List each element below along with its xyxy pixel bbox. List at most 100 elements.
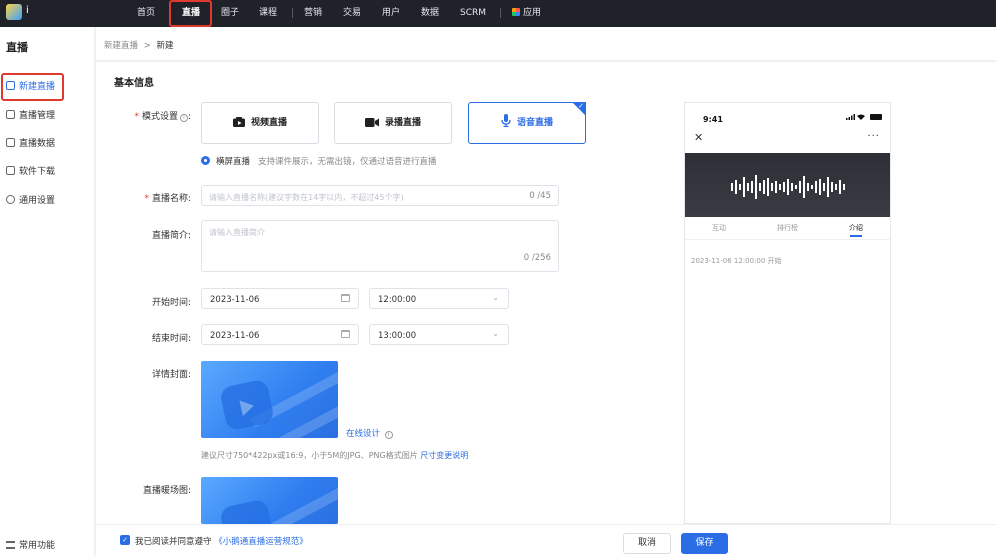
cancel-button[interactable]: 取消 xyxy=(623,533,671,554)
live-name-count: 0 /45 xyxy=(529,191,551,201)
live-intro-textarea[interactable]: 请输入直播简介 0 /256 xyxy=(201,220,559,272)
signal-icon xyxy=(845,114,855,120)
phone-start-info: 2023-11-06 12:00:00 开始 xyxy=(691,257,782,265)
end-time-select[interactable]: 13:00:00 ⌄ xyxy=(369,324,509,345)
breadcrumb-separator: > xyxy=(143,41,151,51)
mode-voice-live[interactable]: 语音直播 ✓ xyxy=(468,102,586,144)
nav-marketing[interactable]: 营销 xyxy=(304,5,322,21)
wifi-icon xyxy=(857,114,866,120)
top-navbar: i 首页 直播 圈子 课程 营销 交易 用户 数据 SCRM 应用 xyxy=(0,0,996,27)
main-content: 基本信息 * 模式设置 i: 视频直播 录播直播 语音直播 ✓ 横屏直播 支持课件展示… xyxy=(96,62,996,524)
sidebar-item-live-manage[interactable]: 直播管理 xyxy=(0,104,95,128)
sidebar-common-functions[interactable]: 常用功能 xyxy=(6,538,55,551)
nav-separator xyxy=(500,8,501,18)
sidebar-item-label: 通用设置 xyxy=(19,196,56,206)
mode-video-live[interactable]: 视频直播 xyxy=(201,102,319,144)
bottom-action-bar: ✓ 我已阅读并同意遵守 《小鹅通直播运营规范》 取消 保存 xyxy=(96,524,996,556)
more-icon[interactable]: ··· xyxy=(867,131,880,142)
agree-text: 我已阅读并同意遵守 xyxy=(135,537,212,547)
mode-label: * 模式设置 i: xyxy=(134,112,191,122)
nav-apps[interactable]: 应用 xyxy=(512,5,541,21)
nav-separator xyxy=(292,8,293,18)
logo-text: i xyxy=(26,5,29,16)
sidebar-item-settings[interactable]: 通用设置 xyxy=(0,189,95,213)
sound-wave-icon xyxy=(731,175,845,199)
live-intro-count: 0 /256 xyxy=(523,253,551,263)
close-icon[interactable]: ✕ xyxy=(694,131,703,144)
mode-voice-label: 语音直播 xyxy=(516,118,553,128)
landscape-radio[interactable] xyxy=(201,156,210,165)
nav-data[interactable]: 数据 xyxy=(421,5,439,21)
nav-trade[interactable]: 交易 xyxy=(343,5,361,21)
gear-icon xyxy=(6,195,15,204)
size-change-link[interactable]: 尺寸变更说明 xyxy=(420,451,468,460)
section-title: 基本信息 xyxy=(114,78,154,89)
cover-label: 详情封面: xyxy=(151,370,191,380)
sidebar-item-label: 软件下载 xyxy=(19,167,56,177)
check-icon: ✓ xyxy=(578,102,584,110)
agree-checkbox[interactable]: ✓ xyxy=(120,535,130,545)
phone-tab-ranking[interactable]: 排行榜 xyxy=(777,223,798,233)
menu-icon xyxy=(6,541,15,549)
live-name-input[interactable]: 请输入直播名称(建议字数在14字以内，不超过45个字) 0 /45 xyxy=(201,185,559,206)
start-date-value: 2023-11-06 xyxy=(210,295,260,305)
breadcrumb-parent[interactable]: 新建直播 xyxy=(104,41,138,51)
info-icon: i xyxy=(384,431,393,439)
download-icon xyxy=(6,166,15,175)
start-date-picker[interactable]: 2023-11-06 xyxy=(201,288,359,309)
phone-tab-interact[interactable]: 互动 xyxy=(712,223,726,233)
start-time-label: 开始时间: xyxy=(151,298,191,308)
phone-tab-intro[interactable]: 介绍 xyxy=(849,223,863,237)
nav-circle[interactable]: 圈子 xyxy=(221,5,239,21)
apps-grid-icon xyxy=(512,8,520,16)
sidebar-item-live-data[interactable]: 直播数据 xyxy=(0,132,95,156)
calendar-icon xyxy=(341,294,350,302)
end-date-picker[interactable]: 2023-11-06 xyxy=(201,324,359,345)
info-icon[interactable]: i xyxy=(179,114,188,122)
cover-image-upload[interactable] xyxy=(201,361,338,438)
chevron-down-icon: ⌄ xyxy=(492,293,499,302)
start-time-select[interactable]: 12:00:00 ⌄ xyxy=(369,288,509,309)
phone-tab-divider xyxy=(685,239,890,240)
agree-rules-link[interactable]: 《小鹅通直播运营规范》 xyxy=(214,537,308,547)
sidebar-item-label: 直播管理 xyxy=(19,111,56,121)
phone-status-icons xyxy=(845,113,882,122)
online-design-link[interactable]: 在线设计 i xyxy=(346,427,393,439)
calendar-icon xyxy=(341,330,350,338)
end-date-value: 2023-11-06 xyxy=(210,331,260,341)
warmup-label: 直播暖场图: xyxy=(142,486,191,496)
intro-label: 直播简介: xyxy=(151,231,191,241)
name-label: * 直播名称: xyxy=(144,194,191,204)
end-time-label: 结束时间: xyxy=(151,334,191,344)
mode-video-label: 视频直播 xyxy=(250,118,287,128)
microphone-icon xyxy=(501,114,511,127)
chevron-down-icon: ⌄ xyxy=(492,329,499,338)
warmup-image-upload[interactable] xyxy=(201,477,338,524)
start-time-value: 12:00:00 xyxy=(378,295,417,305)
nav-home[interactable]: 首页 xyxy=(137,5,155,21)
landscape-radio-row[interactable]: 横屏直播 支持课件展示，无需出镜，仅通过语音进行直播 xyxy=(201,155,437,167)
phone-tabs: 互动 排行榜 介绍 xyxy=(685,221,890,239)
mode-recorded-label: 录播直播 xyxy=(384,118,421,128)
video-camera-icon xyxy=(232,117,245,127)
breadcrumb: 新建直播 > 新建 xyxy=(104,39,174,51)
sidebar-active-highlight xyxy=(1,73,64,101)
manage-icon xyxy=(6,110,15,119)
sidebar-item-download[interactable]: 软件下载 xyxy=(0,160,95,184)
nav-course[interactable]: 课程 xyxy=(259,5,277,21)
mode-recorded-live[interactable]: 录播直播 xyxy=(334,102,452,144)
data-chart-icon xyxy=(6,138,15,147)
nav-apps-label: 应用 xyxy=(523,8,542,18)
sidebar-title: 直播 xyxy=(6,41,28,54)
common-functions-label: 常用功能 xyxy=(19,541,56,551)
nav-scrm[interactable]: SCRM xyxy=(460,5,486,21)
save-button[interactable]: 保存 xyxy=(681,533,728,554)
breadcrumb-current: 新建 xyxy=(156,41,174,51)
sidebar-item-label: 直播数据 xyxy=(19,139,56,149)
nav-users[interactable]: 用户 xyxy=(382,5,400,21)
phone-preview: 9:41 ✕ ··· 互动 排行榜 介绍 2023-11-06 12:00:00… xyxy=(684,102,891,524)
app-logo-icon[interactable] xyxy=(6,4,22,20)
end-time-value: 13:00:00 xyxy=(378,331,417,341)
breadcrumb-bar: 新建直播 > 新建 xyxy=(96,27,996,61)
agree-text-row: 我已阅读并同意遵守 《小鹅通直播运营规范》 xyxy=(135,535,308,547)
